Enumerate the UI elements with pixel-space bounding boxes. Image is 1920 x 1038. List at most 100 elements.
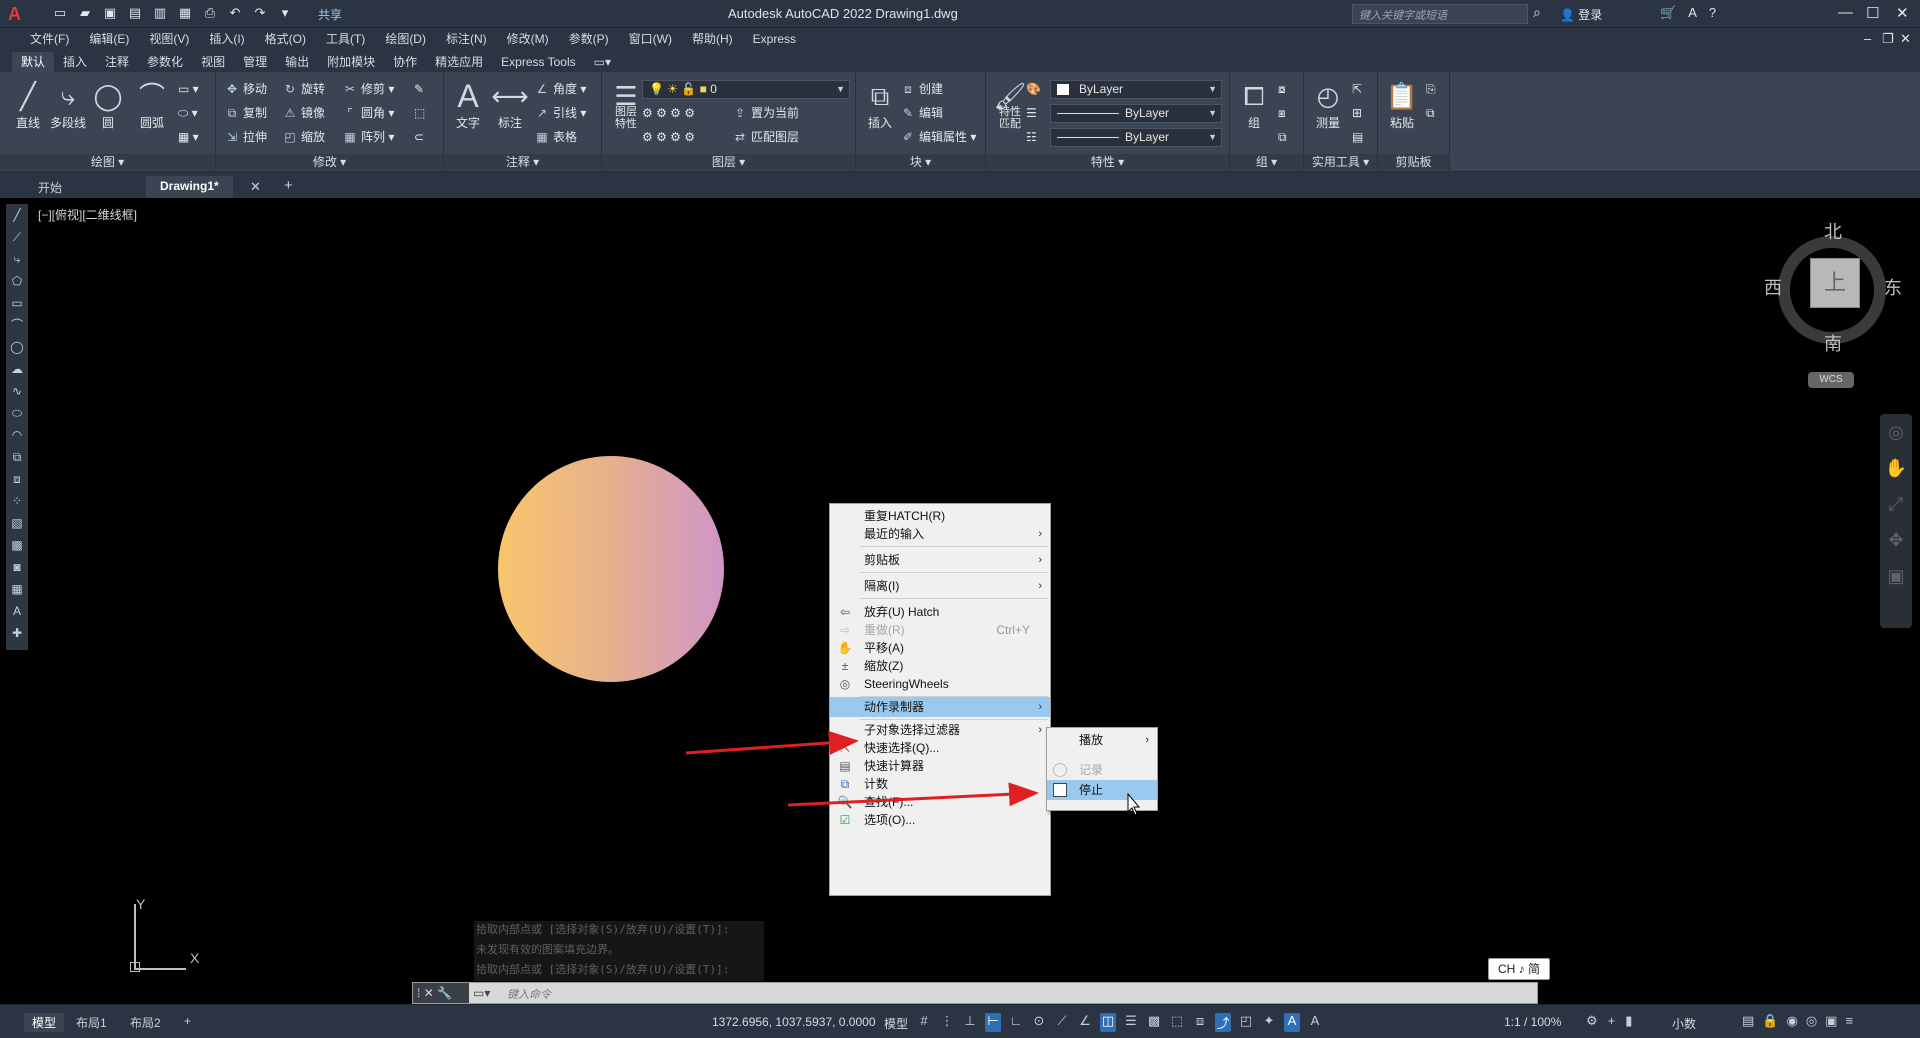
plot-icon[interactable]: ⎙	[202, 5, 218, 21]
search-input[interactable]: 键入关键字或短语	[1352, 4, 1528, 24]
menu-item[interactable]: 绘图(D)	[375, 31, 436, 47]
menu-quick-calc[interactable]: ▤ 快速计算器	[830, 756, 1050, 776]
orbit-icon[interactable]: ✥	[1880, 522, 1912, 558]
stretch-tool[interactable]: ⇲ 拉伸	[224, 128, 267, 146]
add-layout-icon[interactable]: +	[176, 1013, 199, 1029]
annotation-visibility-icon[interactable]: A	[1284, 1013, 1300, 1032]
menu-zoom[interactable]: ± 缩放(Z)	[830, 656, 1050, 676]
customize-menu-icon[interactable]: ≡	[1845, 1013, 1853, 1029]
snap-icon[interactable]: ⋮	[939, 1013, 955, 1032]
compass-north[interactable]: 北	[1824, 218, 1842, 244]
menu-subobject-filter[interactable]: 子对象选择过滤器 ›	[830, 720, 1050, 740]
rectangle-icon[interactable]: ▭ ▾	[178, 80, 199, 98]
redo-icon[interactable]: ↷	[252, 5, 268, 21]
add-selected-icon[interactable]: ✚	[6, 622, 28, 644]
move-tool[interactable]: ✥ 移动	[224, 80, 267, 98]
menu-item[interactable]: 窗口(W)	[619, 31, 682, 47]
utilities-panel-title[interactable]: 实用工具 ▾	[1304, 154, 1377, 170]
menu-pan[interactable]: ✋ 平移(A)	[830, 638, 1050, 658]
line-icon[interactable]: ╱	[6, 204, 28, 226]
zoom-extents-icon[interactable]: ⤢	[1880, 486, 1912, 522]
menu-item[interactable]: 工具(T)	[316, 31, 375, 47]
web-save-icon[interactable]: ▥	[152, 5, 168, 21]
quick-select-icon[interactable]: ⇱	[1352, 80, 1362, 98]
layer-tools-row2[interactable]: ⚙ ⚙ ⚙ ⚙	[642, 128, 695, 146]
close-command-icon[interactable]: ✕	[424, 986, 437, 1000]
offset-icon[interactable]: ⊂	[414, 128, 424, 146]
ribbon-tab[interactable]: 默认	[12, 52, 55, 72]
help-icon[interactable]: ?	[1709, 5, 1716, 21]
polyline-icon[interactable]: ⤷	[6, 248, 28, 270]
polar-icon[interactable]: ⊙	[1031, 1013, 1047, 1032]
tab-start[interactable]: 开始	[24, 176, 76, 198]
doc-close-button[interactable]: ✕	[1900, 31, 1911, 47]
menu-item[interactable]: Express	[743, 31, 806, 47]
layer-dropdown[interactable]: 💡 ☀ 🔓 ■ 0 ▼	[642, 80, 850, 99]
circle-icon[interactable]: ◯	[6, 336, 28, 358]
group-tool[interactable]: ⧠ 组	[1234, 78, 1274, 131]
grid-icon[interactable]: #	[916, 1013, 932, 1032]
menu-item[interactable]: 插入(I)	[199, 31, 254, 47]
measure-tool[interactable]: ◴ 测量	[1308, 78, 1348, 131]
share-button[interactable]: 共享	[318, 6, 342, 23]
menu-item[interactable]: 视图(V)	[139, 31, 199, 47]
ungroup-icon[interactable]: ⧇	[1278, 80, 1286, 98]
menu-item[interactable]: 文件(F)	[20, 31, 79, 47]
save-icon[interactable]: ▣	[102, 5, 118, 21]
menu-item[interactable]: 参数(P)	[559, 31, 619, 47]
insert-block-icon[interactable]: ⧉	[6, 446, 28, 468]
menu-item[interactable]: 编辑(E)	[79, 31, 139, 47]
recent-commands-icon[interactable]: ▭▾	[473, 986, 490, 1000]
annotation-panel-title[interactable]: 注释 ▾	[444, 154, 601, 170]
menu-steering-wheels[interactable]: ◎ SteeringWheels	[830, 674, 1050, 694]
spline-icon[interactable]: ∿	[6, 380, 28, 402]
mirror-tool[interactable]: ⚠ 镜像	[282, 104, 325, 122]
new-tab-icon[interactable]: +	[284, 177, 293, 194]
submenu-stop[interactable]: 停止	[1047, 780, 1157, 800]
leader-tool[interactable]: ↗ 引线 ▾	[534, 104, 586, 122]
lineweight-icon[interactable]: ☰	[1026, 104, 1037, 122]
ellipse-icon[interactable]: ⬭	[6, 402, 28, 424]
ribbon-tab[interactable]: 附加模块	[318, 52, 384, 72]
gizmo-icon[interactable]: ✦	[1261, 1013, 1277, 1032]
color-wheel-icon[interactable]: 🎨	[1026, 80, 1041, 98]
groups-panel-title[interactable]: 组 ▾	[1230, 154, 1303, 170]
ribbon-tab[interactable]: 协作	[384, 52, 426, 72]
mtext-icon[interactable]: A	[6, 600, 28, 622]
customize-wrench-icon[interactable]: 🔧	[437, 986, 452, 1000]
group-select-icon[interactable]: ⧉	[1278, 128, 1287, 146]
selection-filter-icon[interactable]: ◰	[1238, 1013, 1254, 1032]
close-tab-icon[interactable]: ✕	[250, 179, 261, 195]
view-cube[interactable]: 上 北 南 西 东	[1764, 222, 1902, 354]
cut-clip-icon[interactable]: ⧉	[1426, 104, 1435, 122]
make-block-icon[interactable]: ⧈	[6, 468, 28, 490]
search-icon[interactable]: ⌕	[1533, 4, 1541, 21]
isolate-objects-icon[interactable]: ◉	[1786, 1013, 1797, 1029]
ribbon-tab[interactable]: 管理	[234, 52, 276, 72]
table-icon[interactable]: ▦	[6, 578, 28, 600]
coordinates-readout[interactable]: 1372.6956, 1037.5937, 0.0000	[712, 1015, 876, 1029]
angle-tool[interactable]: ∠ 角度 ▾	[534, 80, 587, 98]
customize-dropdown-icon[interactable]: ▾	[277, 5, 293, 21]
ortho-icon[interactable]: ∟	[1008, 1013, 1024, 1032]
menu-item[interactable]: 帮助(H)	[682, 31, 743, 47]
tab-drawing1[interactable]: Drawing1*	[146, 176, 233, 198]
doc-restore-button[interactable]: ❐	[1882, 31, 1894, 47]
create-block-tool[interactable]: ⧈ 创建	[900, 80, 943, 98]
ribbon-tab[interactable]: 精选应用	[426, 52, 492, 72]
hardware-accel-icon[interactable]: ◎	[1806, 1013, 1817, 1029]
menu-item[interactable]: 标注(N)	[436, 31, 497, 47]
rectangle-icon[interactable]: ▭	[6, 292, 28, 314]
construction-line-icon[interactable]: ⟋	[6, 226, 28, 248]
doc-minimize-button[interactable]: –	[1864, 31, 1871, 46]
cart-icon[interactable]: 🛒	[1660, 5, 1676, 21]
close-button[interactable]: ✕	[1896, 4, 1909, 22]
autocad-logo-icon[interactable]: A	[8, 4, 21, 25]
compass-west[interactable]: 西	[1764, 274, 1782, 300]
3d-osnap-icon[interactable]: ⧈	[1192, 1013, 1208, 1032]
region-icon[interactable]: ◙	[6, 556, 28, 578]
linetype-icon[interactable]: ☷	[1026, 128, 1037, 146]
insert-tool[interactable]: ⧉ 插入	[860, 78, 900, 131]
paste-tool[interactable]: 📋 粘贴	[1382, 78, 1422, 131]
autodesk-a360-icon[interactable]: A	[1688, 5, 1697, 21]
